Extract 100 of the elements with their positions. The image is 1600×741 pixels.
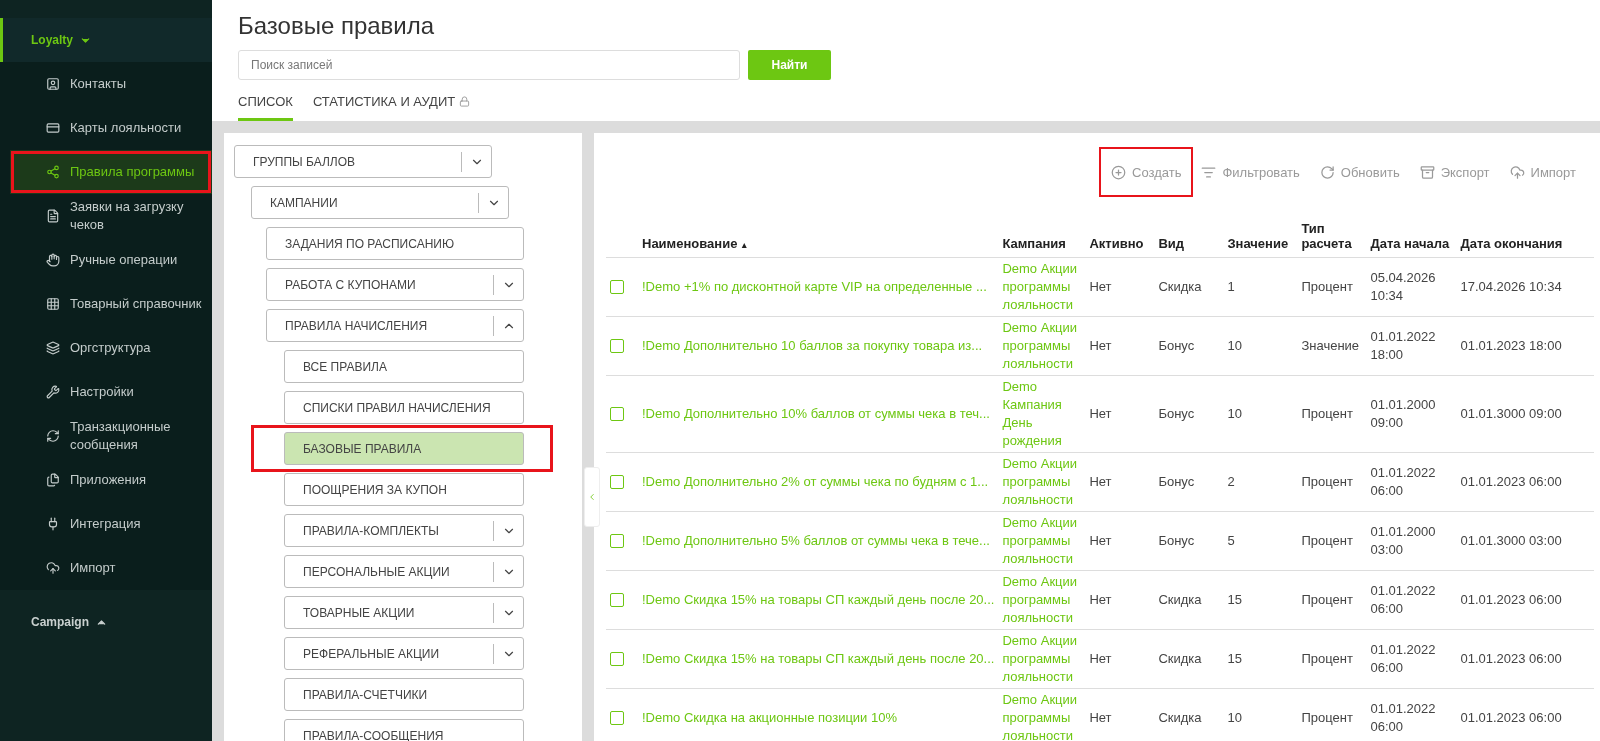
table-cell: 01.01.2022 06:00	[1366, 452, 1457, 512]
tree-item[interactable]: ПРАВИЛА НАЧИСЛЕНИЯ	[266, 309, 524, 342]
wrench-icon	[46, 385, 60, 399]
row-checkbox[interactable]	[610, 652, 624, 666]
tree-item[interactable]: РАБОТА С КУПОНАМИ	[266, 268, 524, 301]
search-field[interactable]: Поиск записей	[238, 50, 740, 80]
table-cell: Скидка	[1154, 688, 1224, 741]
table-cell: Процент	[1297, 452, 1367, 512]
plug-icon	[46, 517, 60, 531]
sidebar-item[interactable]: Интеграция	[0, 502, 212, 546]
upload-cloud-icon	[46, 561, 60, 575]
sidebar-item[interactable]: Правила программы	[10, 150, 212, 194]
sidebar-item[interactable]: Ручные операции	[0, 238, 212, 282]
column-header[interactable]: Активно	[1085, 211, 1155, 258]
column-header[interactable]: Значение	[1223, 211, 1298, 258]
table-cell: Нет	[1085, 629, 1155, 689]
sidebar-item[interactable]: Заявки на загрузку чеков	[0, 194, 212, 238]
column-header[interactable]: Тип расчета	[1297, 211, 1367, 258]
page-title: Базовые правила	[238, 12, 436, 40]
tree-item[interactable]: ПРАВИЛА-КОМПЛЕКТЫ	[284, 514, 524, 547]
refresh-icon	[1319, 164, 1335, 180]
column-header[interactable]: Дата окончания	[1456, 211, 1594, 258]
sidebar-item[interactable]: Настройки	[0, 370, 212, 414]
column-header[interactable]: Кампания	[998, 211, 1086, 258]
table-cell: 01.01.2022 18:00	[1366, 316, 1457, 376]
tree-item[interactable]: ПРАВИЛА-СООБЩЕНИЯ	[284, 719, 524, 741]
table-cell: 01.01.2000 03:00	[1366, 511, 1457, 571]
row-checkbox[interactable]	[610, 407, 624, 421]
row-checkbox[interactable]	[610, 593, 624, 607]
table-cell: 01.01.2023 06:00	[1456, 452, 1594, 512]
row-checkbox[interactable]	[610, 534, 624, 548]
table-cell: Процент	[1297, 629, 1367, 689]
sidebar-item[interactable]: Контакты	[0, 62, 212, 106]
row-checkbox[interactable]	[610, 711, 624, 725]
table-cell: 01.01.2022 06:00	[1366, 629, 1457, 689]
column-header[interactable]: Вид	[1154, 211, 1224, 258]
grid-icon	[46, 297, 60, 311]
table-cell: Скидка	[1154, 257, 1224, 317]
sidebar-item[interactable]: Транзакционные сообщения	[0, 414, 212, 458]
table-cell: Процент	[1297, 257, 1367, 317]
table-cell: Скидка	[1154, 570, 1224, 630]
tree-item[interactable]: БАЗОВЫЕ ПРАВИЛА	[284, 432, 524, 465]
sidebar-section[interactable]: Campaign	[0, 600, 212, 644]
table-cell: 01.01.2023 06:00	[1456, 629, 1594, 689]
contact-card-icon	[46, 77, 60, 91]
tree-item[interactable]: ЗАДАНИЯ ПО РАСПИСАНИЮ	[266, 227, 524, 260]
table-cell: Процент	[1297, 688, 1367, 741]
table-cell: Бонус	[1154, 511, 1224, 571]
tree-item[interactable]: РЕФЕРАЛЬНЫЕ АКЦИИ	[284, 637, 524, 670]
table-cell: 01.01.3000 03:00	[1456, 511, 1594, 571]
tree-item[interactable]: ВСЕ ПРАВИЛА	[284, 350, 524, 383]
layers-icon	[46, 341, 60, 355]
tab[interactable]: СПИСОК	[238, 90, 293, 121]
tree-item[interactable]: ГРУППЫ БАЛЛОВ	[234, 145, 492, 178]
row-checkbox[interactable]	[610, 475, 624, 489]
hand-icon	[46, 253, 60, 267]
table-cell: Нет	[1085, 257, 1155, 317]
column-header[interactable]: Наименование ▴	[638, 211, 999, 258]
table-cell: Нет	[1085, 452, 1155, 512]
table-cell: 10	[1223, 375, 1298, 453]
sidebar-section[interactable]: Loyalty	[0, 18, 212, 62]
table-cell: Процент	[1297, 511, 1367, 571]
table-cell: 01.01.2023 06:00	[1456, 688, 1594, 741]
table-cell: Значение	[1297, 316, 1367, 376]
table-cell: 01.01.2000 09:00	[1366, 375, 1457, 453]
filter-icon	[1201, 164, 1217, 180]
tree-item[interactable]: ПРАВИЛА-СЧЕТЧИКИ	[284, 678, 524, 711]
sidebar-item[interactable]: Приложения	[0, 458, 212, 502]
table-cell: 17.04.2026 10:34	[1456, 257, 1594, 317]
tree-item[interactable]: ТОВАРНЫЕ АКЦИИ	[284, 596, 524, 629]
table-cell: 05.04.2026 10:34	[1366, 257, 1457, 317]
tree-item[interactable]: КАМПАНИИ	[251, 186, 509, 219]
upload-cloud-icon	[1509, 164, 1525, 180]
collapse-handle[interactable]	[584, 467, 600, 527]
row-checkbox[interactable]	[610, 280, 624, 294]
table-cell: 2	[1223, 452, 1298, 512]
table-cell: 10	[1223, 688, 1298, 741]
table-cell: Нет	[1085, 375, 1155, 453]
archive-icon	[1419, 164, 1435, 180]
sidebar-item[interactable]: Карты лояльности	[0, 106, 212, 150]
tree-item[interactable]: СПИСКИ ПРАВИЛ НАЧИСЛЕНИЯ	[284, 391, 524, 424]
table-cell: 01.01.2022 06:00	[1366, 570, 1457, 630]
sidebar-item[interactable]: Товарный справочник	[0, 282, 212, 326]
tab[interactable]: СТАТИСТИКА И АУДИТ	[312, 90, 471, 121]
table-cell: Бонус	[1154, 375, 1224, 453]
sort-arrow: ▴	[742, 240, 748, 250]
table-cell: Нет	[1085, 688, 1155, 741]
table-cell: 1	[1223, 257, 1298, 317]
credit-card-icon	[46, 121, 60, 135]
table-cell: 5	[1223, 511, 1298, 571]
column-header[interactable]: Дата начала	[1366, 211, 1457, 258]
table-cell: Нет	[1085, 570, 1155, 630]
sidebar-item[interactable]: Импорт	[0, 546, 212, 590]
plus-circle-icon	[1111, 164, 1127, 180]
row-checkbox[interactable]	[610, 339, 624, 353]
sidebar-item[interactable]: Оргструктура	[0, 326, 212, 370]
refresh-icon	[46, 429, 60, 443]
tree-item[interactable]: ПЕРСОНАЛЬНЫЕ АКЦИИ	[284, 555, 524, 588]
tree-item[interactable]: ПООЩРЕНИЯ ЗА КУПОН	[284, 473, 524, 506]
table-cell: 01.01.2023 06:00	[1456, 570, 1594, 630]
